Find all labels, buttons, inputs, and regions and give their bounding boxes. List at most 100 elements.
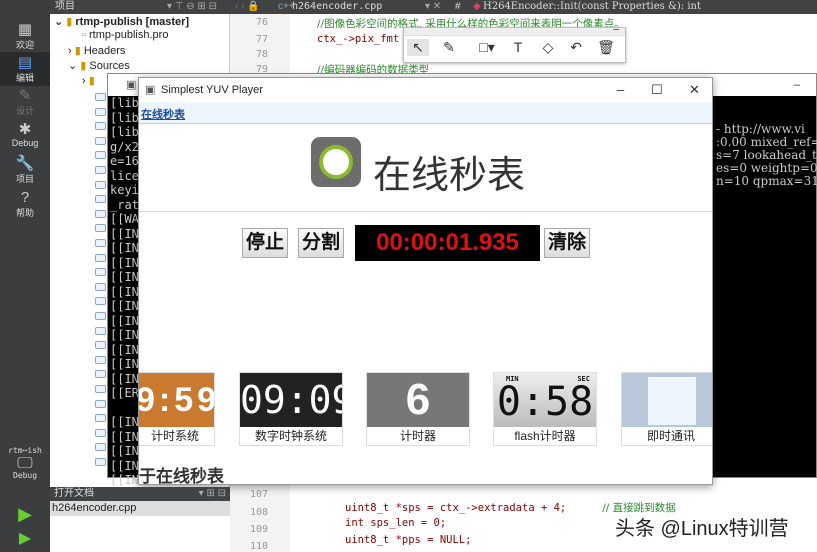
console-minimize[interactable]: – [794,74,800,96]
bug-icon: ✱ [18,121,32,138]
stopwatch-logo [311,137,361,187]
cpp-file-icon[interactable] [95,428,106,437]
clear-button[interactable]: 清除 [544,228,591,258]
cpp-file-icon[interactable] [95,282,106,291]
select-arrow-icon[interactable]: ↖ [407,39,429,56]
eraser-icon[interactable]: ◇ [537,39,559,56]
open-doc-item[interactable]: h264encoder.cpp [50,501,230,516]
console-line: e=16 [110,154,139,168]
cpp-file-icon[interactable] [95,107,106,116]
grid-icon: ▦ [17,21,33,38]
cpp-file-icon[interactable] [95,136,106,145]
cpp-file-icon[interactable] [95,326,106,335]
text-icon[interactable]: T [507,39,529,55]
cpp-file-icon[interactable] [95,253,106,262]
folder-icon: ▮ [66,16,73,28]
cpp-file-icon[interactable] [95,385,106,393]
yuv-player-window: ▣ Simplest YUV Player – ☐ ✕ 在线秒表 在线秒表 停止… [138,77,713,485]
code-line[interactable]: int sps_len = 0; [345,517,446,529]
window-icon: ▣ [145,84,156,96]
thumb-flash-timer[interactable]: 0:58 MIN SEC flash计时器 [493,372,597,446]
close-button[interactable]: ✕ [689,78,700,102]
close-file-icon[interactable]: ▾ ✕ [425,0,441,14]
cpp-file-icon[interactable] [95,443,106,452]
cpp-file-icon[interactable] [95,180,106,189]
cpp-file-icon[interactable] [95,399,106,408]
cpp-file-icon[interactable] [95,355,106,364]
mode-welcome[interactable]: ▦ 欢迎 [0,22,50,52]
mode-debug[interactable]: ✱ Debug [0,122,50,152]
thumb-digital-clock[interactable]: 09:09数字时钟系统 [239,372,343,446]
tree-pro-file[interactable]: ▫ rtmp-publish.pro [82,29,168,41]
tree-sources[interactable]: ⌄ ▮ Sources [68,59,130,72]
mode-design[interactable]: ✎ 设计 [0,88,50,118]
maximize-button[interactable]: ☐ [651,78,663,102]
page-heading: 在线秒表 [373,155,526,197]
cpp-file-icon[interactable] [95,458,106,466]
watermark: 头条 @Linux特训营 [615,518,789,540]
cpp-file-icon[interactable] [95,224,106,233]
filter-icon[interactable]: ▾ ⊤ ⊖ ⊞ ⊟ [167,0,217,14]
file-icon: ▫ [82,29,86,41]
cpp-file-icon[interactable] [95,297,106,306]
panel-title: 项目 [55,1,75,12]
console-line: n=10 qpmax=31 qp [716,174,817,188]
folder-icon: ▮ [74,45,81,57]
trash-icon[interactable]: 🗑 [595,39,617,56]
mode-help[interactable]: ? 帮助 [0,190,50,220]
split-button[interactable]: 分割 [298,228,345,258]
cpp-file-icon[interactable] [95,341,106,350]
tree-headers[interactable]: › ▮ Headers [68,44,125,57]
symbol-selector[interactable]: H264Encoder::Init(const Properties &): i… [483,0,701,14]
kit-selector[interactable]: rtm⋯ish 🖵 Debug [0,446,50,480]
stopwatch-link[interactable]: 在线秒表 [141,106,185,122]
annotation-toolbar: – ↖ ✎ □▾ T ◇ ↶ 🗑 [403,24,626,63]
top-toolbar: 项目 ▾ ⊤ ⊖ ⊞ ⊟ ‹ › 🔒 c++ h264encoder.cpp ▾… [50,0,817,14]
nav-arrows[interactable]: ‹ › 🔒 [235,0,260,14]
thumb-countdown[interactable]: 6 计时器 [366,372,470,446]
run-button[interactable]: ▶ [0,504,50,525]
cpp-file-icon[interactable] [95,268,106,277]
undo-icon[interactable]: ↶ [565,39,587,56]
method-icon: ◆ [473,1,481,12]
thumb-im[interactable]: 即时通讯 [621,372,712,446]
cpp-file-icon[interactable] [95,239,106,247]
code-line[interactable]: uint8_t *pps = NULL; [345,534,471,546]
cpp-file-icon[interactable] [95,312,106,320]
open-documents-panel: 打开文档 ▾ ⊞ ⊟ h264encoder.cpp [50,487,230,552]
minimize-icon[interactable]: – [613,24,619,35]
cpp-file-icon[interactable] [95,209,106,218]
play-icon: ▶ [18,504,32,524]
link-bar: 在线秒表 [139,102,712,124]
timer-display: 00:00:01.935 [355,225,540,261]
monitor-icon: 🖵 [17,453,33,472]
tree-subfolder[interactable]: › ▮ [82,74,95,87]
player-title-bar[interactable]: ▣ Simplest YUV Player – ☐ ✕ [139,78,712,102]
cpp-file-icon[interactable] [95,166,106,174]
tree-project[interactable]: ⌄ ▮ rtmp-publish [master] [54,15,189,28]
code-line[interactable]: ctx_->pix_fmt [317,33,399,45]
pen-icon[interactable]: ✎ [438,39,460,56]
mode-sidebar: ▦ 欢迎 ▤ 编辑 ✎ 设计 ✱ Debug 🔧 项目 ? 帮助 rtm⋯ish 🖵 Debug… [0,0,50,552]
hash-label: # [455,1,461,12]
cpp-file-icon[interactable] [95,195,106,204]
mode-edit[interactable]: ▤ 编辑 [0,52,50,86]
thumb-timer-system[interactable]: 9:59 计时系统 [139,372,215,446]
cpp-file-icon[interactable] [95,93,106,101]
help-icon: ? [20,189,30,206]
cpp-file-icon[interactable] [95,151,106,160]
cpp-file-icon[interactable] [95,414,106,423]
wrench-icon: 🔧 [15,155,35,172]
file-tab[interactable]: h264encoder.cpp [292,0,382,14]
minimize-button[interactable]: – [617,78,624,102]
mode-project[interactable]: 🔧 项目 [0,156,50,186]
rectangle-icon[interactable]: □▾ [472,39,502,56]
cpp-file-icon[interactable] [95,370,106,379]
stop-button[interactable]: 停止 [242,228,289,258]
debug-run-button[interactable]: ▶ [0,528,50,548]
pencil-icon: ✎ [18,87,32,104]
folder-icon: ▮ [80,60,87,72]
edit-icon: ▤ [17,54,33,71]
debug-play-icon: ▶ [18,530,32,547]
cpp-file-icon[interactable] [95,122,106,131]
